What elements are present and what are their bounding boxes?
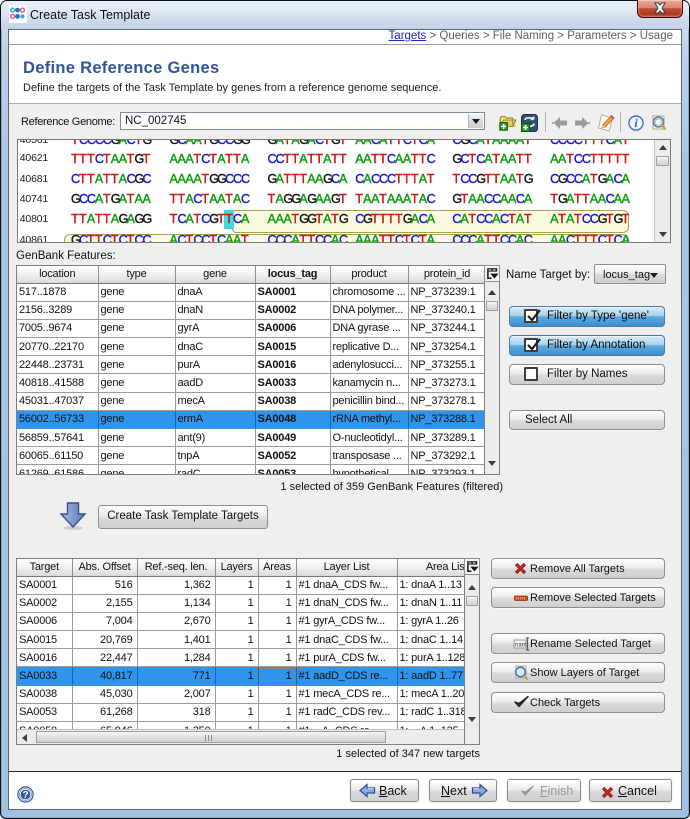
svg-text:?: ? [22, 790, 28, 801]
svg-text:nam: nam [515, 643, 527, 649]
